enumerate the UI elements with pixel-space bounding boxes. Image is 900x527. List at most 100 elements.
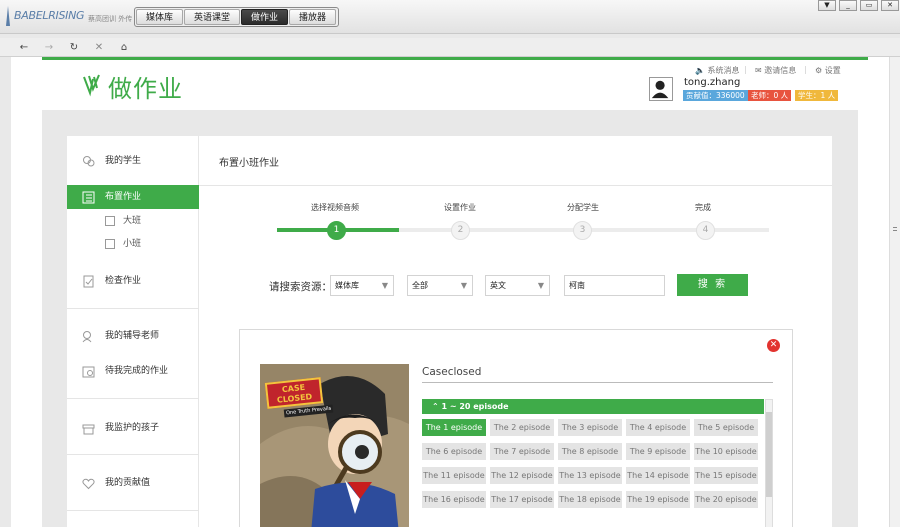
tab-media-library[interactable]: 媒体库 xyxy=(136,9,184,25)
home-icon[interactable]: ⌂ xyxy=(117,41,131,54)
episode-button[interactable]: The 12 episode xyxy=(490,467,554,484)
step-circle-2: 2 xyxy=(451,221,470,240)
episode-button[interactable]: The 20 episode xyxy=(694,491,758,508)
episode-button[interactable]: The 15 episode xyxy=(694,467,758,484)
episode-button[interactable]: The 14 episode xyxy=(626,467,690,484)
episode-button[interactable]: The 8 episode xyxy=(558,443,622,460)
step-circle-1: 1 xyxy=(327,221,346,240)
keyword-input[interactable]: 柯南 xyxy=(564,275,665,296)
refresh-icon[interactable]: ↻ xyxy=(67,41,81,54)
episode-button[interactable]: The 18 episode xyxy=(558,491,622,508)
assign-homework-icon xyxy=(82,191,95,204)
episode-button[interactable]: The 13 episode xyxy=(558,467,622,484)
close-icon[interactable]: ✕ xyxy=(767,339,780,352)
sidebar-item-check-homework[interactable]: 检查作业 xyxy=(67,269,199,293)
search-label: 请搜索资源： xyxy=(269,281,332,293)
step-label-4: 完成 xyxy=(695,203,711,212)
tab-homework[interactable]: 做作业 xyxy=(241,9,289,25)
students-icon xyxy=(83,156,95,167)
minimize-button[interactable]: _ xyxy=(839,0,857,11)
tutor-icon xyxy=(82,331,92,343)
source-select[interactable]: 媒体库 ▼ xyxy=(330,275,394,296)
chevron-down-icon: ▼ xyxy=(381,281,388,290)
sidebar-divider xyxy=(67,510,199,511)
sidebar-divider xyxy=(67,308,199,309)
episode-button[interactable]: The 19 episode xyxy=(626,491,690,508)
stop-icon[interactable]: ✕ xyxy=(92,41,106,54)
step-circle-4: 4 xyxy=(696,221,715,240)
step-label-1: 选择视频音频 xyxy=(311,203,359,212)
episode-button[interactable]: The 7 episode xyxy=(490,443,554,460)
browser-nav-bar: ← → ↻ ✕ ⌂ xyxy=(0,38,900,57)
util-divider: | xyxy=(744,65,747,74)
scrollbar-grip[interactable] xyxy=(893,227,897,231)
sidebar-item-my-children[interactable]: 我监护的孩子 xyxy=(67,416,199,440)
forward-arrow-icon[interactable]: → xyxy=(42,41,56,54)
episode-group-header[interactable]: ⌃ 1 ~ 20 episode xyxy=(422,399,764,414)
sidebar-item-assign-homework[interactable]: 布置作业 xyxy=(67,185,199,209)
step-label-2: 设置作业 xyxy=(444,203,476,212)
title-bar: BABELRISING 蔡高团训 外传 媒体库 英语课堂 做作业 播放器 ▼ _… xyxy=(0,0,900,34)
check-homework-icon xyxy=(83,275,94,288)
episode-button[interactable]: The 2 episode xyxy=(490,419,554,436)
search-button[interactable]: 搜 索 xyxy=(677,274,748,296)
tab-english-class[interactable]: 英语课堂 xyxy=(184,9,241,25)
series-divider xyxy=(422,382,773,383)
tab-player[interactable]: 播放器 xyxy=(289,9,337,25)
page-scrollbar[interactable] xyxy=(889,57,900,527)
episode-button[interactable]: The 9 episode xyxy=(626,443,690,460)
envelope-icon: ✉ xyxy=(755,66,762,75)
back-arrow-icon[interactable]: ← xyxy=(17,41,31,54)
category-select[interactable]: 全部 ▼ xyxy=(407,275,473,296)
sidebar-item-my-tutors[interactable]: 我的辅导老师 xyxy=(67,324,199,348)
sidebar-item-large-class[interactable]: 大班 xyxy=(67,210,199,232)
episode-scrollbar-thumb[interactable] xyxy=(766,412,772,497)
main-body: 我的学生 布置作业 大班 小班 检查作业 我的辅导老师 待我完成的作业 我监护的… xyxy=(42,110,858,527)
sidebar-item-my-students[interactable]: 我的学生 xyxy=(67,149,199,173)
episode-button[interactable]: The 4 episode xyxy=(626,419,690,436)
contribution-badge: 贡献值：336000 xyxy=(683,90,748,101)
speaker-icon: 🔈 xyxy=(695,66,705,75)
episode-button[interactable]: The 10 episode xyxy=(694,443,758,460)
sidebar-divider xyxy=(67,454,199,455)
logo-tower-icon xyxy=(6,6,10,26)
todo-icon xyxy=(82,366,95,378)
util-divider: | xyxy=(804,65,807,74)
menu-dropdown-button[interactable]: ▼ xyxy=(818,0,836,11)
sidebar: 我的学生 布置作业 大班 小班 检查作业 我的辅导老师 待我完成的作业 我监护的… xyxy=(67,136,199,527)
episode-button[interactable]: The 16 episode xyxy=(422,491,486,508)
panel-divider xyxy=(199,185,832,186)
sidebar-item-my-contribution[interactable]: 我的贡献值 xyxy=(67,471,199,495)
episode-button[interactable]: The 1 episode xyxy=(422,419,486,436)
homework-pen-icon xyxy=(83,74,100,97)
class-icon xyxy=(105,216,115,226)
main-tabs: 媒体库 英语课堂 做作业 播放器 xyxy=(134,7,340,27)
system-message-link[interactable]: 🔈 系统消息 xyxy=(695,65,740,76)
app-logo: BABELRISING xyxy=(14,9,85,22)
chevron-down-icon: ▼ xyxy=(460,281,467,290)
episode-button[interactable]: The 17 episode xyxy=(490,491,554,508)
maximize-button[interactable]: ▭ xyxy=(860,0,878,11)
chevron-down-icon: ▼ xyxy=(537,281,544,290)
language-select[interactable]: 英文 ▼ xyxy=(485,275,550,296)
episode-button[interactable]: The 6 episode xyxy=(422,443,486,460)
main-panel: 布置小班作业 选择视频音频 设置作业 分配学生 完成 1 2 3 4 请搜索资源… xyxy=(199,136,832,527)
sidebar-item-pending-homework[interactable]: 待我完成的作业 xyxy=(67,359,199,383)
class-icon xyxy=(105,239,115,249)
episode-button[interactable]: The 5 episode xyxy=(694,419,758,436)
step-label-3: 分配学生 xyxy=(567,203,599,212)
sidebar-item-small-class[interactable]: 小班 xyxy=(67,233,199,255)
page-content: 做作业 🔈 系统消息 | ✉ 邀请信息 | ⚙ 设置 tong.zhang 贡献… xyxy=(11,57,889,527)
poster-image[interactable]: CASE CLOSED One Truth Prevails xyxy=(260,364,409,527)
page-title: 做作业 xyxy=(108,75,183,103)
avatar[interactable] xyxy=(649,77,673,101)
double-chevron-up-icon: ⌃ xyxy=(432,402,442,411)
invite-link[interactable]: ✉ 邀请信息 xyxy=(755,65,796,76)
settings-link[interactable]: ⚙ 设置 xyxy=(815,65,841,76)
episode-scrollbar[interactable] xyxy=(765,399,773,527)
episode-button[interactable]: The 3 episode xyxy=(558,419,622,436)
episode-button[interactable]: The 11 episode xyxy=(422,467,486,484)
app-logo-subtitle: 蔡高团训 外传 xyxy=(88,15,133,23)
step-circle-3: 3 xyxy=(573,221,592,240)
close-window-button[interactable]: ✕ xyxy=(881,0,899,11)
